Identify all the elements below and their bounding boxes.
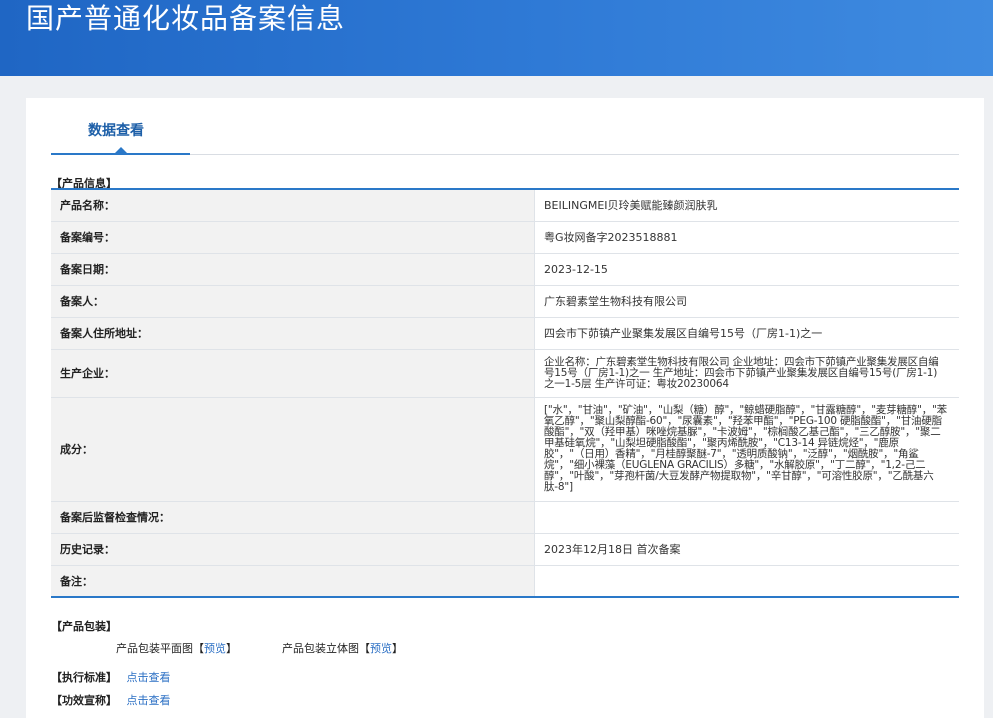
table-row: 备案人住所地址： 四会市下茆镇产业聚集发展区自编号15号（厂房1-1)之一 — [51, 317, 959, 349]
table-row: 生产企业： 企业名称：广东碧素堂生物科技有限公司 企业地址：四会市下茆镇产业聚集… — [51, 349, 959, 397]
row-label: 生产企业： — [51, 349, 535, 397]
bracket: 】 — [226, 642, 237, 655]
row-label: 备案人： — [51, 285, 535, 317]
caret-up-icon — [115, 147, 127, 153]
row-value: 2023-12-15 — [544, 262, 608, 276]
table-row: 备案日期： 2023-12-15 — [51, 253, 959, 285]
row-value: 2023年12月18日 首次备案 — [544, 543, 681, 556]
packaging-flat-label: 产品包装平面图 — [116, 642, 193, 655]
table-row: 成分： ["水"，"甘油"，"矿油"，"山梨（糖）醇"，"鲸蜡硬脂醇"，"甘露糖… — [51, 397, 959, 501]
bracket: 【 — [359, 642, 370, 655]
section-packaging: 【产品包装】 — [51, 620, 117, 633]
content-panel: 数据查看 【产品信息】 产品名称： BEILINGMEI贝玲美赋能臻颜润肤乳 备… — [26, 98, 984, 718]
tab-label: 数据查看 — [88, 123, 144, 139]
row-value: 广东碧素堂生物科技有限公司 — [544, 295, 687, 308]
preview-flat-link[interactable]: 预览 — [204, 640, 226, 656]
section-standard: 【执行标准】 — [51, 671, 117, 684]
product-info-table: 产品名称： BEILINGMEI贝玲美赋能臻颜润肤乳 备案编号： 粤G妆网备字2… — [51, 188, 959, 598]
standard-view-link[interactable]: 点击查看 — [127, 671, 171, 684]
row-label: 历史记录： — [51, 533, 535, 565]
row-value — [535, 565, 960, 597]
row-label: 备案编号： — [51, 221, 535, 253]
row-label: 产品名称： — [51, 189, 535, 221]
preview-stereo-link[interactable]: 预览 — [370, 640, 392, 656]
page-title: 国产普通化妆品备案信息 — [26, 2, 346, 35]
efficacy-view-link[interactable]: 点击查看 — [127, 694, 171, 707]
row-value: 企业名称：广东碧素堂生物科技有限公司 企业地址：四会市下茆镇产业聚集发展区自编号… — [544, 355, 939, 390]
row-value — [535, 501, 960, 533]
section-efficacy: 【功效宣称】 — [51, 694, 117, 707]
row-value: ["水"，"甘油"，"矿油"，"山梨（糖）醇"，"鲸蜡硬脂醇"，"甘露糖醇"，"… — [544, 404, 947, 493]
table-row: 产品名称： BEILINGMEI贝玲美赋能臻颜润肤乳 — [51, 189, 959, 221]
bracket: 】 — [392, 642, 403, 655]
row-value: 粤G妆网备字2023518881 — [544, 231, 678, 244]
bracket: 【 — [193, 642, 204, 655]
row-label: 成分： — [51, 397, 535, 501]
efficacy-row: 【功效宣称】 点击查看 — [51, 692, 171, 708]
packaging-stereo-label: 产品包装立体图 — [282, 642, 359, 655]
row-label: 备案后监督检查情况： — [51, 501, 535, 533]
packaging-row: 产品包装平面图【预览】 产品包装立体图【预览】 — [116, 640, 403, 656]
table-row: 备注： — [51, 565, 959, 597]
standard-row: 【执行标准】 点击查看 — [51, 669, 171, 685]
table-row: 备案编号： 粤G妆网备字2023518881 — [51, 221, 959, 253]
tab-data-view[interactable]: 数据查看 — [51, 98, 190, 155]
header-banner: 国产普通化妆品备案信息 — [0, 0, 993, 76]
table-row: 备案后监督检查情况： — [51, 501, 959, 533]
table-row: 历史记录： 2023年12月18日 首次备案 — [51, 533, 959, 565]
table-row: 备案人： 广东碧素堂生物科技有限公司 — [51, 285, 959, 317]
row-label: 备案日期： — [51, 253, 535, 285]
row-label: 备注： — [51, 565, 535, 597]
row-label: 备案人住所地址： — [51, 317, 535, 349]
row-value: 四会市下茆镇产业聚集发展区自编号15号（厂房1-1)之一 — [544, 327, 823, 340]
tab-bar: 数据查看 — [51, 98, 959, 155]
row-value: BEILINGMEI贝玲美赋能臻颜润肤乳 — [544, 199, 718, 213]
